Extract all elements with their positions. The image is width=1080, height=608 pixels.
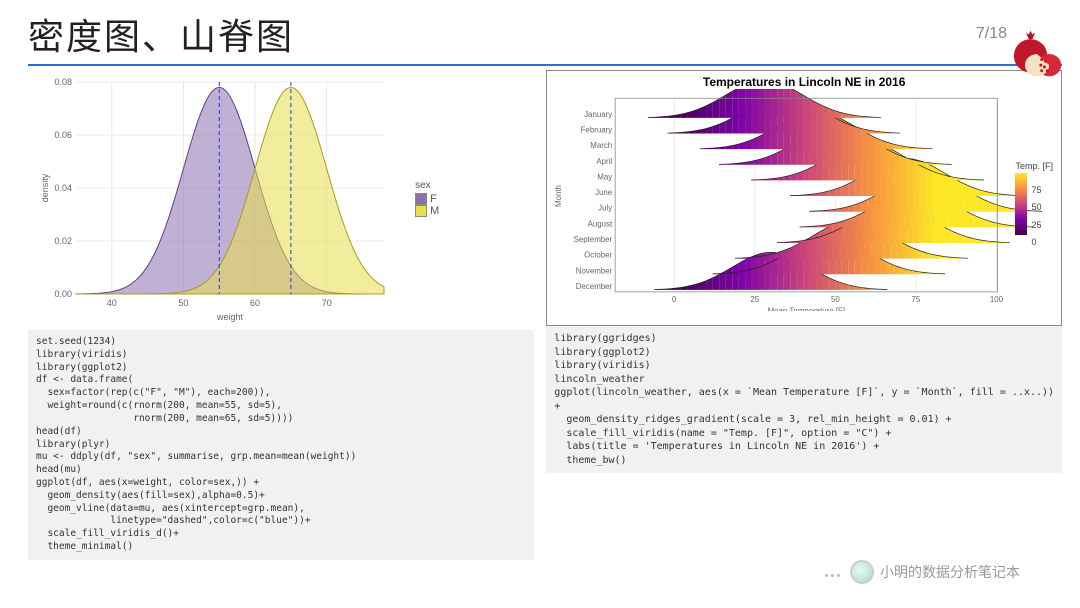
svg-text:50: 50 bbox=[831, 295, 840, 304]
svg-text:40: 40 bbox=[107, 298, 117, 308]
code-left: set.seed(1234) library(viridis) library(… bbox=[28, 330, 534, 560]
svg-text:50: 50 bbox=[178, 298, 188, 308]
svg-text:100: 100 bbox=[990, 295, 1004, 304]
svg-text:70: 70 bbox=[322, 298, 332, 308]
svg-text:0.04: 0.04 bbox=[54, 183, 72, 193]
ridge-plot: Temperatures in Lincoln NE in 2016 02550… bbox=[546, 70, 1062, 326]
svg-text:September: September bbox=[574, 235, 613, 244]
pomegranate-icon bbox=[1010, 28, 1066, 80]
svg-text:density: density bbox=[40, 173, 50, 202]
svg-text:February: February bbox=[581, 125, 613, 134]
svg-text:July: July bbox=[598, 204, 612, 213]
svg-text:October: October bbox=[584, 251, 612, 260]
header-rule bbox=[28, 64, 1062, 66]
page-number: 7/18 bbox=[976, 25, 1007, 43]
svg-text:June: June bbox=[595, 188, 613, 197]
svg-text:75: 75 bbox=[912, 295, 921, 304]
svg-text:August: August bbox=[588, 219, 613, 228]
svg-text:November: November bbox=[576, 266, 613, 275]
svg-text:May: May bbox=[598, 172, 613, 181]
svg-text:0: 0 bbox=[672, 295, 677, 304]
svg-text:December: December bbox=[576, 282, 613, 291]
watermark: 小明的数据分析笔记本 bbox=[825, 560, 1020, 584]
ridge-legend: Temp. [F] 75 50 25 0 bbox=[1015, 161, 1053, 237]
code-right: library(ggridges) library(ggplot2) libra… bbox=[546, 326, 1062, 473]
svg-text:0.06: 0.06 bbox=[54, 130, 72, 140]
svg-text:weight: weight bbox=[216, 312, 244, 322]
svg-text:60: 60 bbox=[250, 298, 260, 308]
density-legend: sex F M bbox=[415, 180, 439, 217]
svg-text:0.02: 0.02 bbox=[54, 236, 72, 246]
density-plot: 0.00 0.02 0.04 0.06 0.08 40 50 60 70 weight densit… bbox=[28, 70, 534, 330]
svg-text:March: March bbox=[591, 141, 613, 150]
svg-text:25: 25 bbox=[751, 295, 760, 304]
svg-text:April: April bbox=[597, 157, 613, 166]
svg-text:Month: Month bbox=[554, 185, 563, 207]
page-title: 密度图、山脊图 bbox=[28, 8, 294, 60]
svg-text:January: January bbox=[584, 110, 612, 119]
svg-text:Mean Temperature [F]: Mean Temperature [F] bbox=[768, 307, 845, 311]
avatar-icon bbox=[850, 560, 874, 584]
svg-text:0.08: 0.08 bbox=[54, 77, 72, 87]
svg-text:0.00: 0.00 bbox=[54, 289, 72, 299]
